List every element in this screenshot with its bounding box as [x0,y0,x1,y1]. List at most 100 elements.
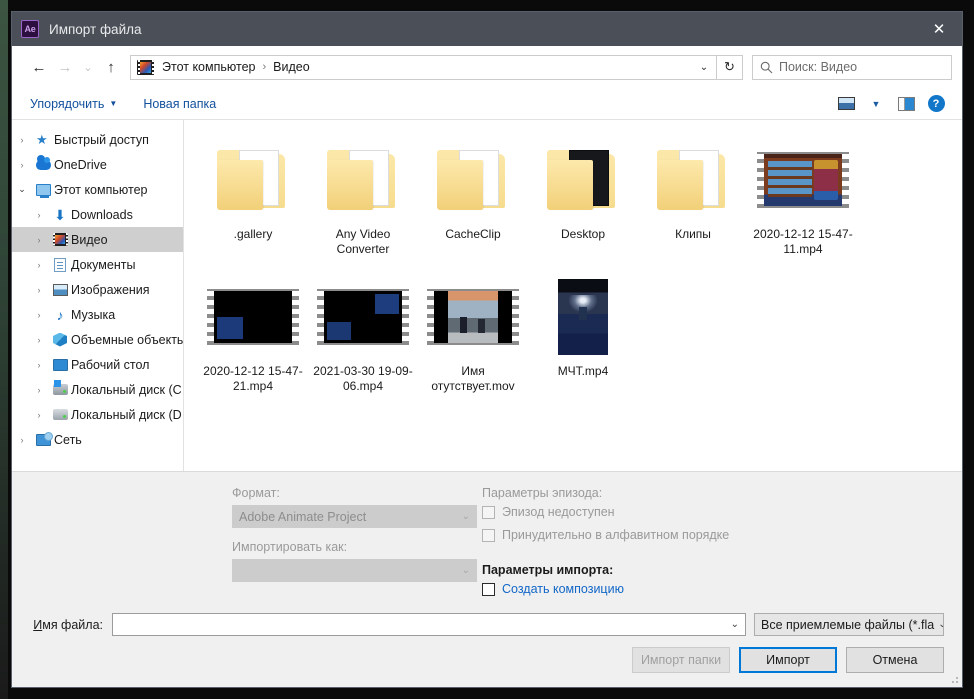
breadcrumb-item-0[interactable]: Этот компьютер [160,60,257,74]
sidebar-item-0[interactable]: › ★ Быстрый доступ [12,127,183,152]
view-mode-button[interactable] [832,92,860,116]
back-button[interactable]: ← [26,54,52,80]
sidebar-item-2[interactable]: ⌄ Этот компьютер [12,177,183,202]
sidebar-item-3[interactable]: › ⬇ Downloads [12,202,183,227]
up-button[interactable]: ↑ [98,54,124,80]
sidebar-item-10[interactable]: › Локальный диск (C [12,377,183,402]
resize-grip[interactable] [949,674,959,684]
sidebar-item-label: Этот компьютер [54,182,148,197]
refresh-icon[interactable]: ↻ [717,54,743,80]
chevron-right-icon[interactable]: › [12,160,32,170]
chevron-down-icon[interactable]: ⌄ [692,56,716,79]
import-file-dialog: Ae Импорт файла ✕ ← → ⌄ ↑ Этот компьютер… [12,12,962,687]
file-tile[interactable]: CacheClip [418,136,528,263]
video-thumbnail [427,289,519,345]
file-list-view[interactable]: .gallery Any Video Converter CacheClip Desk… [184,120,962,471]
checkbox-row-episode-unavailable[interactable]: Эпизод недоступен [482,505,962,519]
import-folder-button[interactable]: Импорт папки [632,647,730,673]
sidebar-item-label: Downloads [71,207,133,222]
sidebar-item-11[interactable]: › Локальный диск (D [12,402,183,427]
after-effects-icon: Ae [21,20,39,38]
file-thumbnail [530,140,636,220]
forward-button[interactable]: → [52,54,78,80]
checkbox-label: Принудительно в алфавитном порядке [502,528,730,542]
help-button[interactable]: ? [922,92,950,116]
search-icon [753,61,779,74]
file-name-label: МЧТ.mp4 [557,364,609,378]
checkbox-icon[interactable] [482,582,495,596]
import-options-panel: Формат: Adobe Animate Project ⌄ Импортир… [12,471,962,605]
recent-locations-button[interactable]: ⌄ [78,54,98,80]
chevron-right-icon[interactable]: › [29,235,49,245]
file-name-label: Клипы [675,227,711,241]
sidebar-item-6[interactable]: › Изображения [12,277,183,302]
chevron-right-icon[interactable]: › [12,435,32,445]
sidebar-item-9[interactable]: › Рабочий стол [12,352,183,377]
file-thumbnail [420,140,526,220]
file-type-filter[interactable]: Все приемлемые файлы (*.fla ⌄ [754,613,944,636]
chevron-right-icon[interactable]: › [29,335,49,345]
view-mode-icon [837,97,855,110]
organize-button[interactable]: Упорядочить ▼ [30,97,117,111]
toolbar-right-group: ▼ ? [832,92,950,116]
chevron-right-icon[interactable]: › [29,385,49,395]
file-name-label: 2020-12-12 15-47-11.mp4 [753,227,853,256]
file-tile[interactable]: 2020-12-12 15-47-21.mp4 [198,273,308,400]
preview-pane-button[interactable] [892,92,920,116]
checkbox-icon[interactable] [482,505,495,519]
video-folder-icon [137,59,154,75]
file-tile[interactable]: МЧТ.mp4 [528,273,638,400]
sidebar-item-label: Рабочий стол [71,357,150,372]
filename-label-accel: И [33,617,43,632]
chevron-right-icon[interactable]: › [29,310,49,320]
organize-label: Упорядочить [30,96,105,111]
file-tile[interactable]: 2021-03-30 19-09-06.mp4 [308,273,418,400]
star-icon: ★ [36,132,48,147]
close-icon[interactable]: ✕ [916,12,962,46]
breadcrumb-item-1[interactable]: Видео [271,60,312,74]
checkbox-row-create-composition[interactable]: Создать композицию [482,582,962,596]
sidebar-item-4[interactable]: › Видео [12,227,183,252]
file-tile[interactable]: Имя отутствует.mov [418,273,528,400]
breadcrumb[interactable]: Этот компьютер › Видео ⌄ [130,54,717,80]
file-tile[interactable]: 2020-12-12 15-47-11.mp4 [748,136,858,263]
import-params-label: Параметры импорта: [482,563,614,577]
breadcrumb-separator: › [262,61,267,73]
chevron-down-icon[interactable]: ⌄ [12,184,32,195]
chevron-down-icon: ▼ [871,98,881,109]
file-tile[interactable]: Desktop [528,136,638,263]
format-value: Adobe Animate Project [239,509,367,524]
chevron-down-icon[interactable]: ⌄ [731,619,739,630]
new-folder-button[interactable]: Новая папка [143,97,216,111]
file-tile[interactable]: .gallery [198,136,308,263]
sidebar-item-5[interactable]: › Документы [12,252,183,277]
chevron-right-icon[interactable]: › [29,285,49,295]
chevron-right-icon[interactable]: › [29,410,49,420]
document-icon [49,257,71,272]
sidebar-item-label: OneDrive [54,157,107,172]
sidebar-item-1[interactable]: › OneDrive [12,152,183,177]
main-content: › ★ Быстрый доступ › OneDrive ⌄ Этот компьютер… [12,120,962,471]
windows-disk-icon [49,380,71,395]
filename-input[interactable]: ⌄ [112,613,746,636]
file-tile[interactable]: Any Video Converter [308,136,418,263]
sidebar-item-8[interactable]: › Объемные объекты [12,327,183,352]
chevron-right-icon[interactable]: › [29,360,49,370]
file-tile[interactable]: Клипы [638,136,748,263]
chevron-right-icon[interactable]: › [29,210,49,220]
sidebar-item-12[interactable]: › Сеть [12,427,183,452]
view-mode-dropdown[interactable]: ▼ [862,92,890,116]
import-as-label: Импортировать как: [232,540,348,554]
checkbox-icon[interactable] [482,528,495,542]
sidebar-item-7[interactable]: › ♪ Музыка [12,302,183,327]
navigation-bar: ← → ⌄ ↑ Этот компьютер › Видео ⌄ ↻ Поиск… [12,46,962,88]
import-button[interactable]: Импорт [739,647,837,673]
button-row: Импорт папки Импорт Отмена [30,636,944,673]
chevron-right-icon[interactable]: › [29,260,49,270]
cancel-button[interactable]: Отмена [846,647,944,673]
chevron-right-icon[interactable]: › [12,135,32,145]
checkbox-row-force-alphabetical[interactable]: Принудительно в алфавитном порядке [482,528,962,542]
file-name-label: 2020-12-12 15-47-21.mp4 [203,364,303,393]
search-box[interactable]: Поиск: Видео [752,54,952,80]
file-name-label: 2021-03-30 19-09-06.mp4 [313,364,413,393]
